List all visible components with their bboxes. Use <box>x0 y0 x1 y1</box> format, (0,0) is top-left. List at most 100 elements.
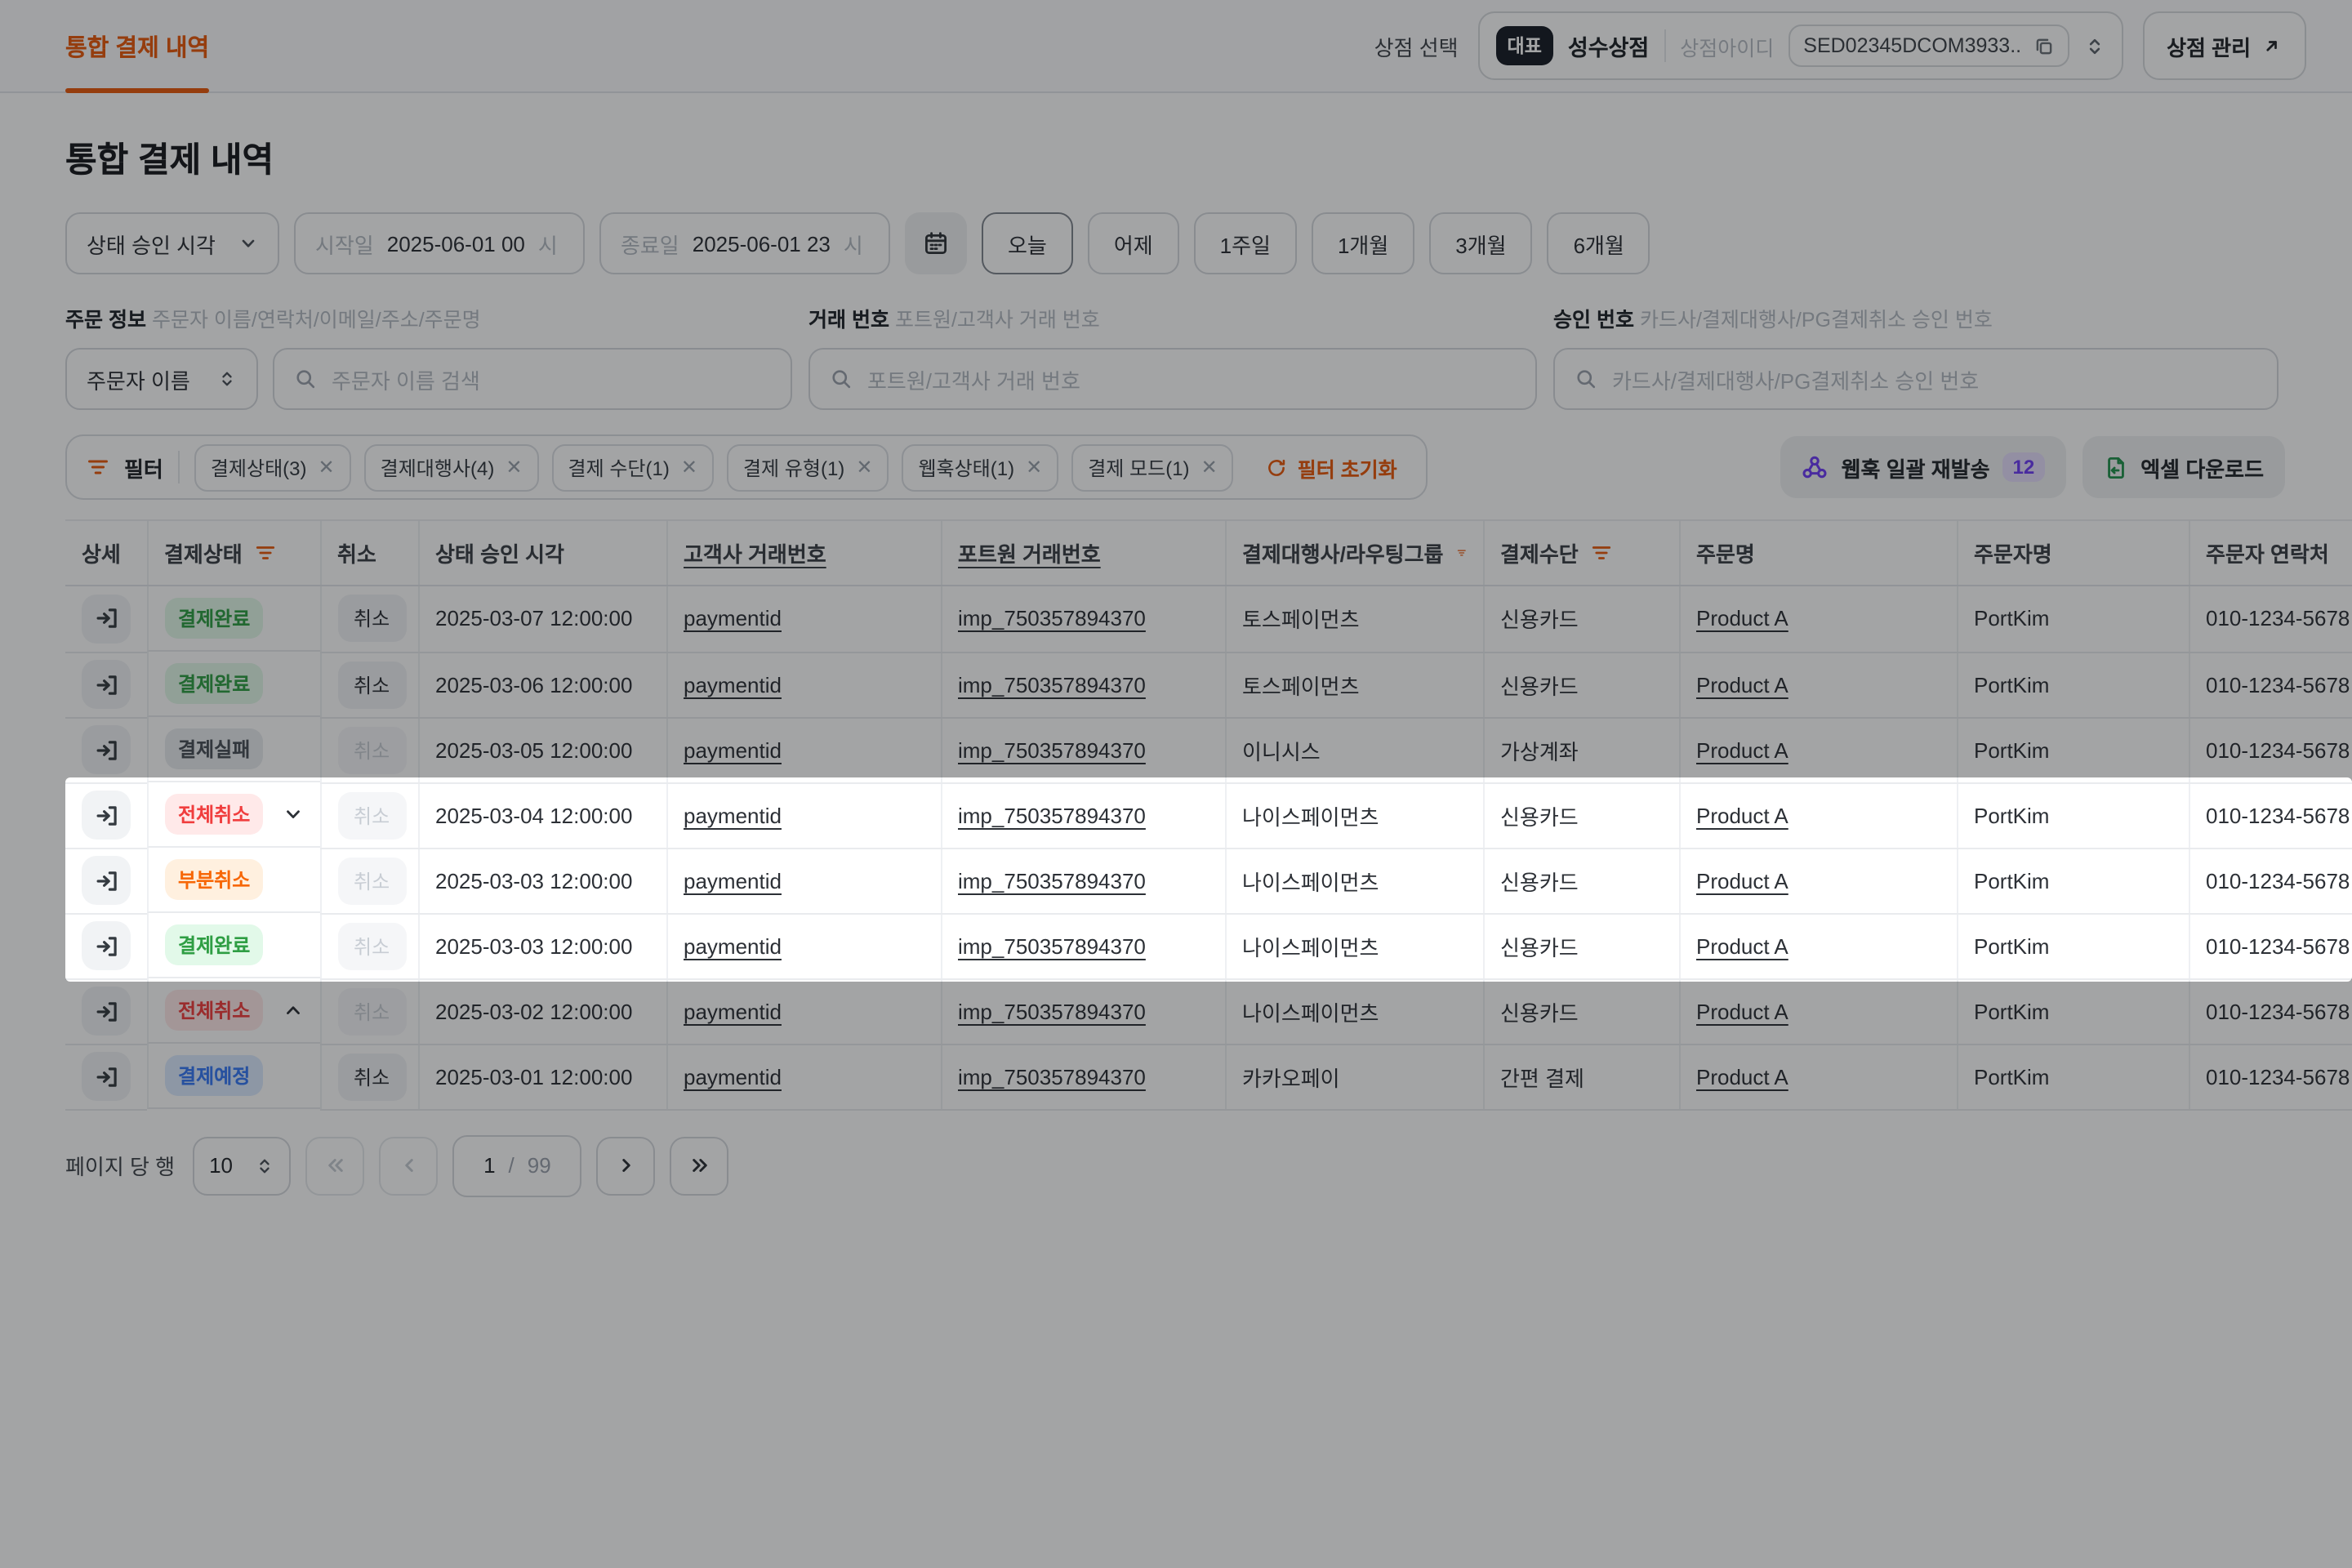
column-header-1[interactable]: 결제상태 <box>147 520 320 586</box>
cancel-button[interactable]: 취소 <box>337 661 406 708</box>
merchant-tx-link[interactable]: paymentid <box>684 933 782 958</box>
page-indicator[interactable]: 1 / 99 <box>452 1134 582 1196</box>
tab-integrated-payments[interactable]: 통합 결제 내역 <box>65 0 209 91</box>
chevron-up-down-icon[interactable] <box>2083 35 2105 56</box>
order-name-link[interactable]: Product A <box>1696 868 1788 893</box>
store-manage-button[interactable]: 상점 관리 <box>2142 11 2306 80</box>
chip-remove-icon[interactable]: ✕ <box>318 456 335 479</box>
copy-icon[interactable] <box>2033 35 2054 56</box>
merchant-tx-link[interactable]: paymentid <box>684 672 782 697</box>
order-name-cell: Product A <box>1679 717 1957 782</box>
pg-provider-cell: 토스페이먼츠 <box>1225 652 1483 717</box>
chip-remove-icon[interactable]: ✕ <box>1026 456 1042 479</box>
table-row: 전체취소취소2025-03-04 12:00:00paymentidimp_75… <box>65 782 2352 848</box>
customer-name-cell: PortKim <box>1957 717 2189 782</box>
portone-tx-link[interactable]: imp_750357894370 <box>958 737 1146 762</box>
merchant-tx-link[interactable]: paymentid <box>684 803 782 827</box>
merchant-tx-cell: paymentid <box>666 717 941 782</box>
column-header-6[interactable]: 결제대행사/라우팅그룹 <box>1225 520 1483 586</box>
open-detail-button[interactable] <box>82 1052 131 1101</box>
open-detail-button[interactable] <box>82 856 131 905</box>
portone-tx-link[interactable]: imp_750357894370 <box>958 868 1146 893</box>
open-detail-button[interactable] <box>82 725 131 774</box>
store-selector[interactable]: 대표 성수상점 상점아이디 SED02345DCOM3933.. <box>1478 11 2123 80</box>
chip-remove-icon[interactable]: ✕ <box>856 456 872 479</box>
detail-cell <box>65 586 147 652</box>
chip-remove-icon[interactable]: ✕ <box>681 456 697 479</box>
merchant-tx-link[interactable]: paymentid <box>684 607 782 631</box>
chip-remove-icon[interactable]: ✕ <box>1201 456 1218 479</box>
quick-range-오늘[interactable]: 오늘 <box>982 212 1073 274</box>
order-name-link[interactable]: Product A <box>1696 607 1788 631</box>
merchant-tx-link[interactable]: paymentid <box>684 999 782 1023</box>
quick-range-어제[interactable]: 어제 <box>1088 212 1179 274</box>
quick-range-1주일[interactable]: 1주일 <box>1194 212 1297 274</box>
order-info-group: 주문 정보 주문자 이름/연락처/이메일/주소/주문명 주문자 이름 주문자 이… <box>65 302 792 410</box>
quick-range-6개월[interactable]: 6개월 <box>1548 212 1650 274</box>
open-detail-button[interactable] <box>82 660 131 709</box>
filter-chip[interactable]: 웹훅상태(1)✕ <box>902 443 1058 491</box>
open-detail-icon <box>94 1064 118 1089</box>
cancel-button[interactable]: 취소 <box>337 595 406 643</box>
order-name-link[interactable]: Product A <box>1696 933 1788 958</box>
cancel-button[interactable]: 취소 <box>337 1053 406 1100</box>
cancel-button: 취소 <box>337 922 406 969</box>
portone-tx-link[interactable]: imp_750357894370 <box>958 607 1146 631</box>
merchant-tx-link[interactable]: paymentid <box>684 868 782 893</box>
pg-provider-cell: 나이스페이먼츠 <box>1225 913 1483 978</box>
start-date-input[interactable]: 시작일 2025-06-01 00 시 <box>294 212 585 274</box>
order-name-link[interactable]: Product A <box>1696 803 1788 827</box>
open-detail-button[interactable] <box>82 921 131 970</box>
order-name-link[interactable]: Product A <box>1696 1064 1788 1089</box>
time-type-select[interactable]: 상태 승인 시각 <box>65 212 279 274</box>
portone-tx-link[interactable]: imp_750357894370 <box>958 933 1146 958</box>
chevron-down-icon[interactable] <box>282 804 303 825</box>
order-name-link[interactable]: Product A <box>1696 737 1788 762</box>
merchant-tx-link[interactable]: paymentid <box>684 1064 782 1089</box>
first-page-button[interactable] <box>305 1136 364 1195</box>
order-name-link[interactable]: Product A <box>1696 672 1788 697</box>
chip-remove-icon[interactable]: ✕ <box>506 456 522 479</box>
filter-chip[interactable]: 결제대행사(4)✕ <box>364 443 539 491</box>
portone-tx-link[interactable]: imp_750357894370 <box>958 1064 1146 1089</box>
cancel-cell: 취소 <box>320 848 418 913</box>
rows-per-page-select[interactable]: 10 <box>193 1136 291 1195</box>
open-detail-button[interactable] <box>82 987 131 1036</box>
open-detail-button[interactable] <box>82 595 131 644</box>
column-header-4[interactable]: 고객사 거래번호 <box>666 520 941 586</box>
approval-search-input[interactable]: 카드사/결제대행사/PG결제취소 승인 번호 <box>1553 348 2278 410</box>
portone-tx-cell: imp_750357894370 <box>941 652 1225 717</box>
filter-chip[interactable]: 결제상태(3)✕ <box>194 443 351 491</box>
portone-tx-link[interactable]: imp_750357894370 <box>958 803 1146 827</box>
payment-status-badge: 결제완료 <box>165 598 263 639</box>
store-id-value[interactable]: SED02345DCOM3933.. <box>1788 24 2069 67</box>
end-date-input[interactable]: 종료일 2025-06-01 23 시 <box>599 212 890 274</box>
excel-download-button[interactable]: 엑셀 다운로드 <box>2082 436 2285 498</box>
order-name-link[interactable]: Product A <box>1696 999 1788 1023</box>
open-detail-icon <box>94 803 118 827</box>
next-page-button[interactable] <box>597 1136 656 1195</box>
open-detail-icon <box>94 607 118 631</box>
open-detail-button[interactable] <box>82 791 131 840</box>
table-row: 결제완료취소2025-03-03 12:00:00paymentidimp_75… <box>65 913 2352 978</box>
last-page-button[interactable] <box>670 1136 729 1195</box>
order-field-select[interactable]: 주문자 이름 <box>65 348 258 410</box>
portone-tx-link[interactable]: imp_750357894370 <box>958 672 1146 697</box>
prev-page-button[interactable] <box>379 1136 438 1195</box>
quick-range-3개월[interactable]: 3개월 <box>1429 212 1532 274</box>
portone-tx-link[interactable]: imp_750357894370 <box>958 999 1146 1023</box>
merchant-tx-link[interactable]: paymentid <box>684 737 782 762</box>
filter-chip[interactable]: 결제 유형(1)✕ <box>727 443 889 491</box>
filter-chip[interactable]: 결제 모드(1)✕ <box>1071 443 1233 491</box>
chevron-up-icon[interactable] <box>282 1000 303 1021</box>
column-header-5[interactable]: 포트원 거래번호 <box>941 520 1225 586</box>
tx-search-input[interactable]: 포트원/고객사 거래 번호 <box>808 348 1537 410</box>
filter-reset-button[interactable]: 필터 초기화 <box>1257 450 1407 484</box>
filter-chip[interactable]: 결제 수단(1)✕ <box>552 443 714 491</box>
order-search-input[interactable]: 주문자 이름 검색 <box>273 348 792 410</box>
column-filter-icon <box>1592 542 1613 564</box>
quick-range-1개월[interactable]: 1개월 <box>1312 212 1414 274</box>
column-header-7[interactable]: 결제수단 <box>1483 520 1679 586</box>
calendar-button[interactable] <box>905 212 967 274</box>
webhook-resend-button[interactable]: 웹훅 일괄 재발송 12 <box>1781 436 2066 498</box>
